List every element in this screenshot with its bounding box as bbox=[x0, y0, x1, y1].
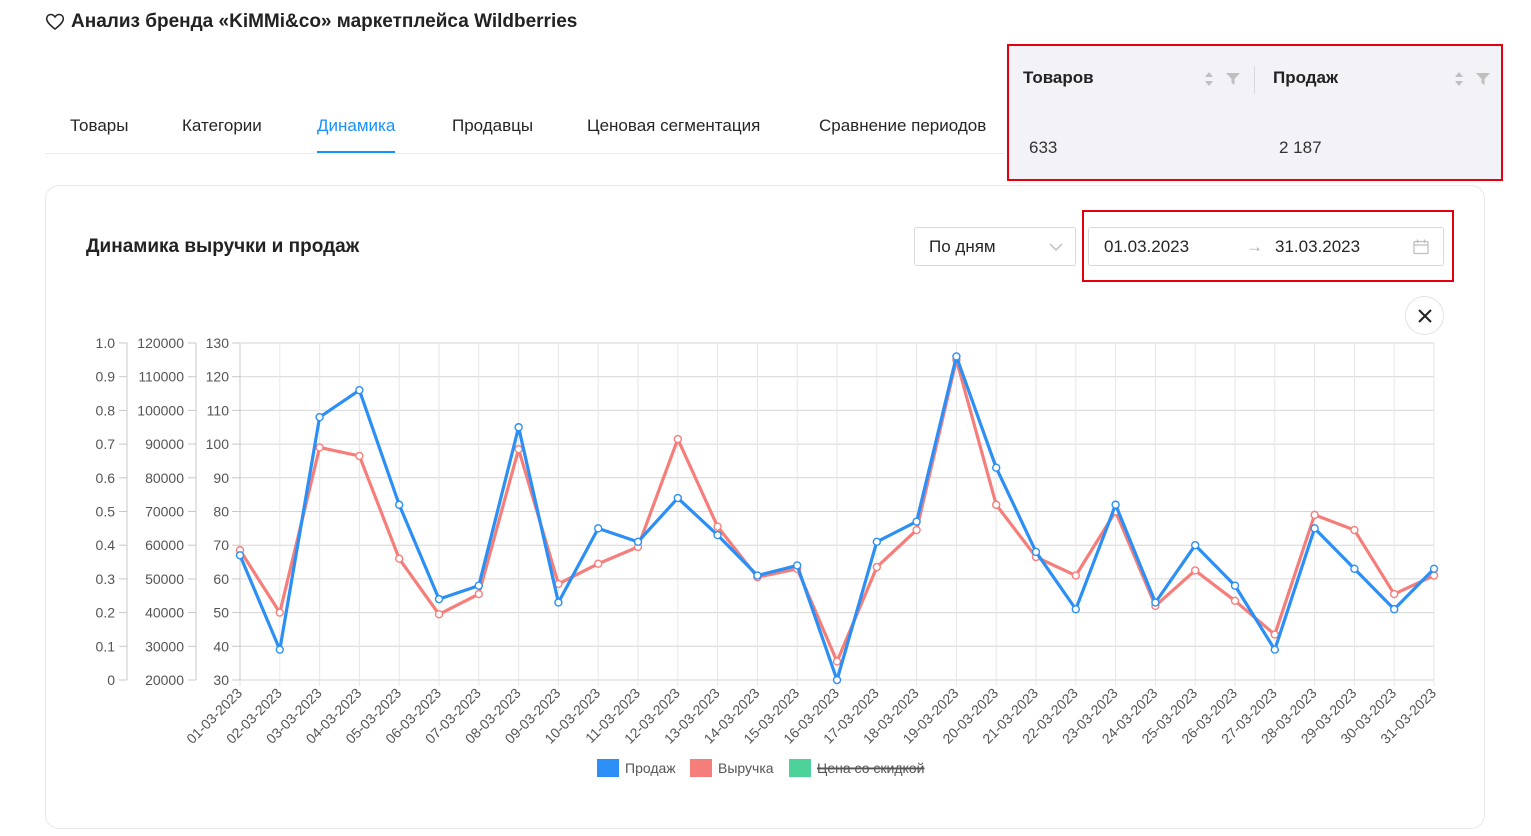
data-point-sales[interactable] bbox=[395, 500, 404, 509]
data-point-revenue[interactable] bbox=[713, 522, 722, 531]
y-axis-discount-tick-label: 0 bbox=[107, 672, 115, 688]
y-axis-revenue-tick-label: 50000 bbox=[145, 571, 184, 587]
data-point-revenue[interactable] bbox=[992, 500, 1001, 509]
y-axis-discount-tick-label: 0.6 bbox=[96, 470, 116, 486]
y-axis-sales-tick-label: 60 bbox=[213, 571, 229, 587]
y-axis-sales-tick-label: 80 bbox=[213, 504, 229, 520]
y-axis-discount-tick-label: 0.5 bbox=[96, 504, 116, 520]
legend-swatch-sales[interactable] bbox=[597, 759, 619, 777]
y-axis-revenue-tick-label: 100000 bbox=[137, 402, 184, 418]
y-axis-discount-tick-label: 1.0 bbox=[96, 335, 116, 351]
data-point-sales[interactable] bbox=[952, 352, 961, 361]
data-point-revenue[interactable] bbox=[594, 559, 603, 568]
y-axis-revenue-tick-label: 120000 bbox=[137, 335, 184, 351]
data-point-sales[interactable] bbox=[713, 530, 722, 540]
legend-label-revenue[interactable]: Выручка bbox=[718, 760, 774, 776]
data-point-sales[interactable] bbox=[872, 537, 881, 547]
data-point-sales[interactable] bbox=[554, 598, 563, 607]
data-point-sales[interactable] bbox=[1389, 605, 1399, 614]
data-point-revenue[interactable] bbox=[514, 444, 523, 454]
y-axis-discount-tick-label: 0.9 bbox=[96, 369, 116, 385]
y-axis-sales-tick-label: 90 bbox=[213, 470, 229, 486]
data-point-sales[interactable] bbox=[434, 594, 444, 604]
data-point-sales[interactable] bbox=[315, 412, 324, 422]
y-axis-revenue-tick-label: 30000 bbox=[145, 638, 184, 654]
y-axis-discount-tick-label: 0.2 bbox=[96, 605, 116, 621]
data-point-sales[interactable] bbox=[355, 385, 364, 395]
y-axis-discount-tick-label: 0.8 bbox=[96, 402, 116, 418]
data-point-revenue[interactable] bbox=[1310, 510, 1319, 520]
data-point-revenue[interactable] bbox=[1270, 630, 1280, 639]
data-point-sales[interactable] bbox=[1031, 547, 1041, 557]
y-axis-discount-tick-label: 0.1 bbox=[96, 638, 116, 654]
y-axis-discount-tick-label: 0.4 bbox=[96, 537, 116, 553]
data-point-revenue[interactable] bbox=[474, 589, 483, 599]
y-axis-sales-tick-label: 120 bbox=[206, 369, 230, 385]
data-point-sales[interactable] bbox=[1151, 598, 1160, 607]
data-point-revenue[interactable] bbox=[912, 525, 921, 535]
data-point-sales[interactable] bbox=[832, 675, 842, 685]
data-point-sales[interactable] bbox=[793, 561, 802, 570]
y-axis-sales-tick-label: 70 bbox=[213, 537, 229, 553]
data-point-revenue[interactable] bbox=[434, 610, 444, 619]
data-point-revenue[interactable] bbox=[673, 434, 682, 444]
data-point-sales[interactable] bbox=[1310, 524, 1319, 533]
data-point-revenue[interactable] bbox=[1350, 525, 1359, 535]
legend-label-sales[interactable]: Продаж bbox=[625, 760, 676, 776]
data-point-sales[interactable] bbox=[235, 551, 245, 560]
data-point-sales[interactable] bbox=[1230, 581, 1240, 590]
y-axis-sales-tick-label: 130 bbox=[206, 335, 230, 351]
data-point-sales[interactable] bbox=[1111, 500, 1120, 509]
data-point-revenue[interactable] bbox=[355, 451, 364, 461]
data-point-sales[interactable] bbox=[673, 493, 682, 503]
data-point-revenue[interactable] bbox=[395, 554, 404, 563]
y-axis-discount-tick-label: 0.3 bbox=[96, 571, 116, 587]
data-point-sales[interactable] bbox=[633, 537, 643, 547]
data-point-revenue[interactable] bbox=[1190, 566, 1200, 575]
data-point-sales[interactable] bbox=[514, 423, 523, 432]
data-point-revenue[interactable] bbox=[275, 608, 284, 617]
y-axis-revenue-tick-label: 40000 bbox=[145, 605, 184, 621]
y-axis-sales-tick-label: 40 bbox=[213, 638, 229, 654]
data-point-revenue[interactable] bbox=[832, 657, 842, 666]
data-point-revenue[interactable] bbox=[1389, 589, 1399, 599]
y-axis-revenue-tick-label: 20000 bbox=[145, 672, 184, 688]
y-axis-discount-tick-label: 0.7 bbox=[96, 436, 116, 452]
y-axis-sales-tick-label: 50 bbox=[213, 605, 229, 621]
data-point-sales[interactable] bbox=[992, 463, 1001, 472]
data-point-sales[interactable] bbox=[474, 581, 483, 590]
dynamics-chart: 0 0.1 0.2 0.3 0.4 0.5 0.6 0.7 0.8 0.9 1.0 20000 3000… bbox=[96, 335, 1439, 777]
data-point-sales[interactable] bbox=[1350, 564, 1359, 573]
data-point-sales[interactable] bbox=[1429, 564, 1439, 573]
data-point-revenue[interactable] bbox=[872, 562, 881, 572]
y-axis-sales-tick-label: 100 bbox=[206, 436, 230, 452]
data-point-sales[interactable] bbox=[1071, 605, 1081, 614]
legend-swatch-revenue[interactable] bbox=[690, 759, 712, 777]
y-axis-revenue-tick-label: 70000 bbox=[145, 504, 184, 520]
legend-swatch-discount[interactable] bbox=[789, 759, 811, 777]
data-point-sales[interactable] bbox=[594, 524, 603, 533]
data-point-revenue[interactable] bbox=[1230, 596, 1240, 606]
data-point-sales[interactable] bbox=[1190, 541, 1200, 550]
data-point-sales[interactable] bbox=[753, 571, 762, 580]
y-axis-revenue-tick-label: 60000 bbox=[145, 537, 184, 553]
y-axis-revenue-tick-label: 80000 bbox=[145, 470, 184, 486]
data-point-sales[interactable] bbox=[912, 517, 921, 526]
y-axis-sales-tick-label: 110 bbox=[207, 402, 230, 418]
y-axis-revenue-tick-label: 110000 bbox=[138, 369, 184, 385]
y-axis-sales-tick-label: 30 bbox=[213, 672, 229, 688]
y-axis-revenue-tick-label: 90000 bbox=[145, 436, 184, 452]
data-point-sales[interactable] bbox=[1270, 645, 1280, 654]
data-point-sales[interactable] bbox=[275, 645, 284, 654]
data-point-revenue[interactable] bbox=[1071, 571, 1081, 580]
page: Анализ бренда «KiMMi&co» маркетплейса Wi… bbox=[0, 0, 1531, 836]
data-point-revenue[interactable] bbox=[315, 443, 324, 452]
